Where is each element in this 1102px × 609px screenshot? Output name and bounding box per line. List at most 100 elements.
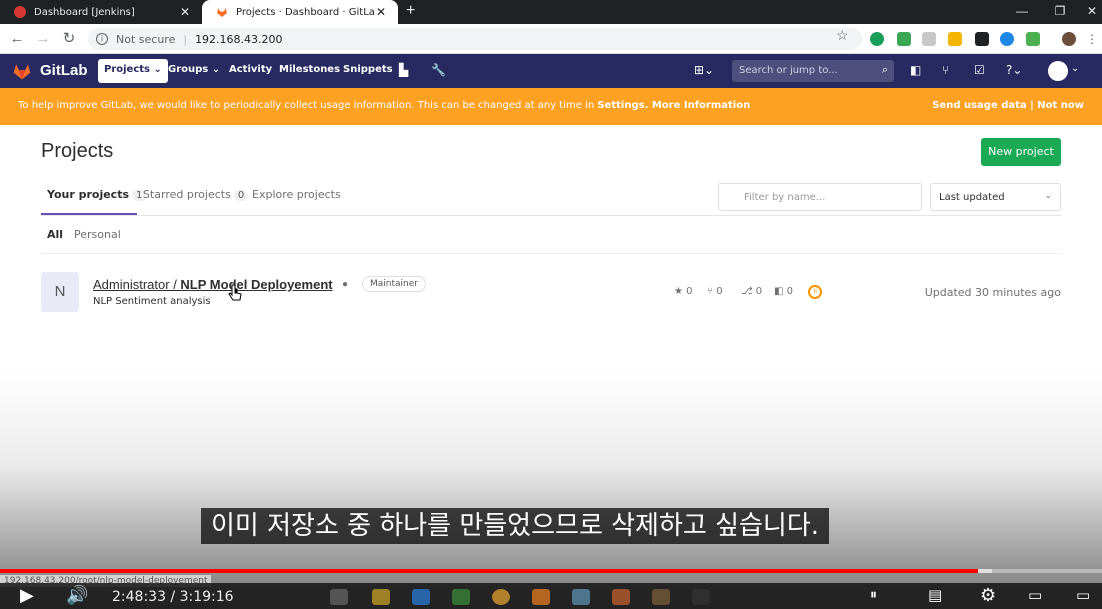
shield-extension-icon[interactable]: [897, 32, 911, 46]
taskbar-vscode-icon: [412, 589, 430, 605]
taskbar-app-icon: [652, 589, 670, 605]
close-window-icon[interactable]: ✕: [1072, 0, 1102, 24]
tab-your-projects[interactable]: Your projects 1: [47, 188, 147, 201]
profile-avatar-icon[interactable]: [1062, 32, 1076, 46]
gitlab-favicon-icon: [216, 6, 228, 18]
autoplay-toggle-icon[interactable]: ⏸: [870, 587, 877, 603]
settings-gear-icon[interactable]: ⚙: [980, 585, 996, 606]
back-icon[interactable]: ←: [6, 28, 28, 50]
forks-count: 0: [716, 286, 723, 297]
taskbar-app-icon: [330, 589, 348, 605]
todos-icon[interactable]: ☑: [974, 63, 985, 77]
video-progress-fill: [0, 569, 978, 573]
issues-icon: ◧: [774, 286, 784, 297]
tab-title: Dashboard [Jenkins]: [34, 6, 135, 18]
miniplayer-icon[interactable]: ▭: [1028, 586, 1042, 604]
nav-milestones[interactable]: Milestones: [279, 64, 340, 75]
taskbar-folder-icon: [372, 589, 390, 605]
taskbar-app-icon: [692, 589, 710, 605]
tab-label: Your projects: [47, 188, 130, 201]
search-input[interactable]: Search or jump to... ⌕: [732, 60, 894, 82]
issues-icon[interactable]: ◧: [910, 63, 921, 77]
volume-icon[interactable]: 🔊: [66, 585, 88, 606]
user-menu-chevron-icon[interactable]: ⌄: [1071, 63, 1079, 74]
nav-groups[interactable]: Groups ⌄: [168, 64, 220, 75]
minimize-icon[interactable]: —: [1002, 0, 1042, 24]
tab-explore-projects[interactable]: Explore projects: [252, 188, 341, 201]
settings-link[interactable]: Settings: [597, 100, 644, 111]
chrome-menu-icon[interactable]: ⋮: [1086, 32, 1100, 46]
nav-activity[interactable]: Activity: [229, 64, 272, 75]
terminal-extension-icon[interactable]: [975, 32, 989, 46]
taskbar-box-icon: [572, 589, 590, 605]
banner-actions: Send usage data | Not now: [932, 100, 1084, 111]
taskbar-chrome-icon: [492, 589, 510, 605]
tab-close-icon[interactable]: ✕: [178, 5, 192, 19]
cube-extension-icon[interactable]: [1026, 32, 1040, 46]
new-tab-button[interactable]: +: [406, 0, 415, 24]
gitlab-logo-icon[interactable]: [12, 61, 32, 81]
hand-cursor-icon: [228, 284, 242, 301]
url-host: 192.168.43.200: [195, 32, 283, 46]
video-subtitle: 이미 저장소 중 하나를 만들었으므로 삭제하고 싶습니다.: [201, 508, 830, 544]
project-name: NLP Model Deployement: [180, 277, 333, 292]
tab-title: Projects · Dashboard · GitLab: [236, 6, 374, 18]
project-link[interactable]: Administrator / NLP Model Deployement: [93, 277, 333, 292]
url-field[interactable]: i Not secure | 192.168.43.200: [88, 28, 862, 50]
tab-gitlab[interactable]: Projects · Dashboard · GitLab ✕: [202, 0, 398, 24]
tab-jenkins[interactable]: Dashboard [Jenkins] ✕: [0, 0, 202, 24]
merge-requests-stat[interactable]: ⎇ 0: [741, 286, 762, 297]
issues-stat[interactable]: ◧ 0: [774, 286, 793, 297]
sync-extension-icon[interactable]: [1000, 32, 1014, 46]
project-tabs: Your projects 1 Starred projects 0 Explore…: [41, 176, 1061, 216]
usage-ping-banner: To help improve GitLab, we would like to…: [0, 88, 1102, 125]
admin-wrench-icon[interactable]: 🔧: [431, 63, 446, 77]
help-icon[interactable]: ?⌄: [1006, 63, 1022, 77]
merge-requests-icon[interactable]: ⑂: [942, 63, 949, 77]
tab-starred-projects[interactable]: Starred projects 0: [143, 188, 249, 201]
project-description: NLP Sentiment analysis: [93, 296, 211, 307]
fork-icon: ⑂: [707, 286, 713, 297]
new-project-button[interactable]: New project: [981, 138, 1061, 166]
project-avatar[interactable]: N: [41, 272, 79, 312]
project-namespace: Administrator /: [93, 277, 181, 292]
bookmark-star-icon[interactable]: ☆: [836, 27, 849, 44]
nav-snippets[interactable]: Snippets: [343, 64, 393, 75]
reload-icon[interactable]: ↻: [58, 28, 80, 50]
video-progress-bar[interactable]: [0, 569, 1102, 573]
user-avatar-icon[interactable]: [1048, 61, 1068, 81]
grammarly-extension-icon[interactable]: [870, 32, 884, 46]
pipeline-status-icon[interactable]: ॥: [808, 285, 822, 299]
stars-stat[interactable]: ★ 0: [674, 286, 693, 297]
gitlab-brand[interactable]: GitLab: [40, 62, 88, 79]
subtitles-icon[interactable]: ▤: [928, 586, 942, 604]
send-usage-data-button[interactable]: Send usage data: [932, 100, 1026, 111]
video-gradient-overlay: [0, 370, 1102, 609]
analytics-chart-icon[interactable]: ▙: [399, 63, 408, 77]
active-tab-underline: [41, 213, 137, 215]
info-icon[interactable]: i: [96, 33, 108, 45]
taskbar-terminal-icon: [452, 589, 470, 605]
role-badge: Maintainer: [362, 276, 426, 292]
play-pause-icon[interactable]: ▶: [20, 585, 34, 606]
sort-dropdown[interactable]: Last updated ⌄: [930, 183, 1061, 211]
filter-by-name-input[interactable]: Filter by name...: [718, 183, 922, 211]
taskbar-app-icon: [612, 589, 630, 605]
video-controls: ▶ 🔊 2:48:33 / 3:19:16 ⏸ ▤ ⚙ ▭ ▭: [0, 583, 1102, 609]
not-now-button[interactable]: Not now: [1037, 100, 1084, 111]
subtab-personal[interactable]: Personal: [74, 228, 121, 241]
video-buffer-bar: [977, 569, 992, 573]
new-dropdown-plus-icon[interactable]: ⊞⌄: [694, 63, 714, 77]
theater-mode-icon[interactable]: ▭: [1076, 586, 1090, 604]
jenkins-favicon-icon: [14, 6, 26, 18]
colorful-extension-icon[interactable]: [948, 32, 962, 46]
forks-stat[interactable]: ⑂ 0: [707, 286, 723, 297]
more-information-link[interactable]: More Information: [652, 100, 750, 111]
subtab-all[interactable]: All: [47, 228, 63, 241]
nav-projects[interactable]: Projects ⌄: [98, 59, 168, 83]
pdf-extension-icon[interactable]: [922, 32, 936, 46]
forward-icon[interactable]: →: [32, 28, 54, 50]
tab-close-icon[interactable]: ✕: [374, 5, 388, 19]
taskbar-firefox-icon: [532, 589, 550, 605]
search-placeholder: Search or jump to...: [739, 65, 838, 76]
